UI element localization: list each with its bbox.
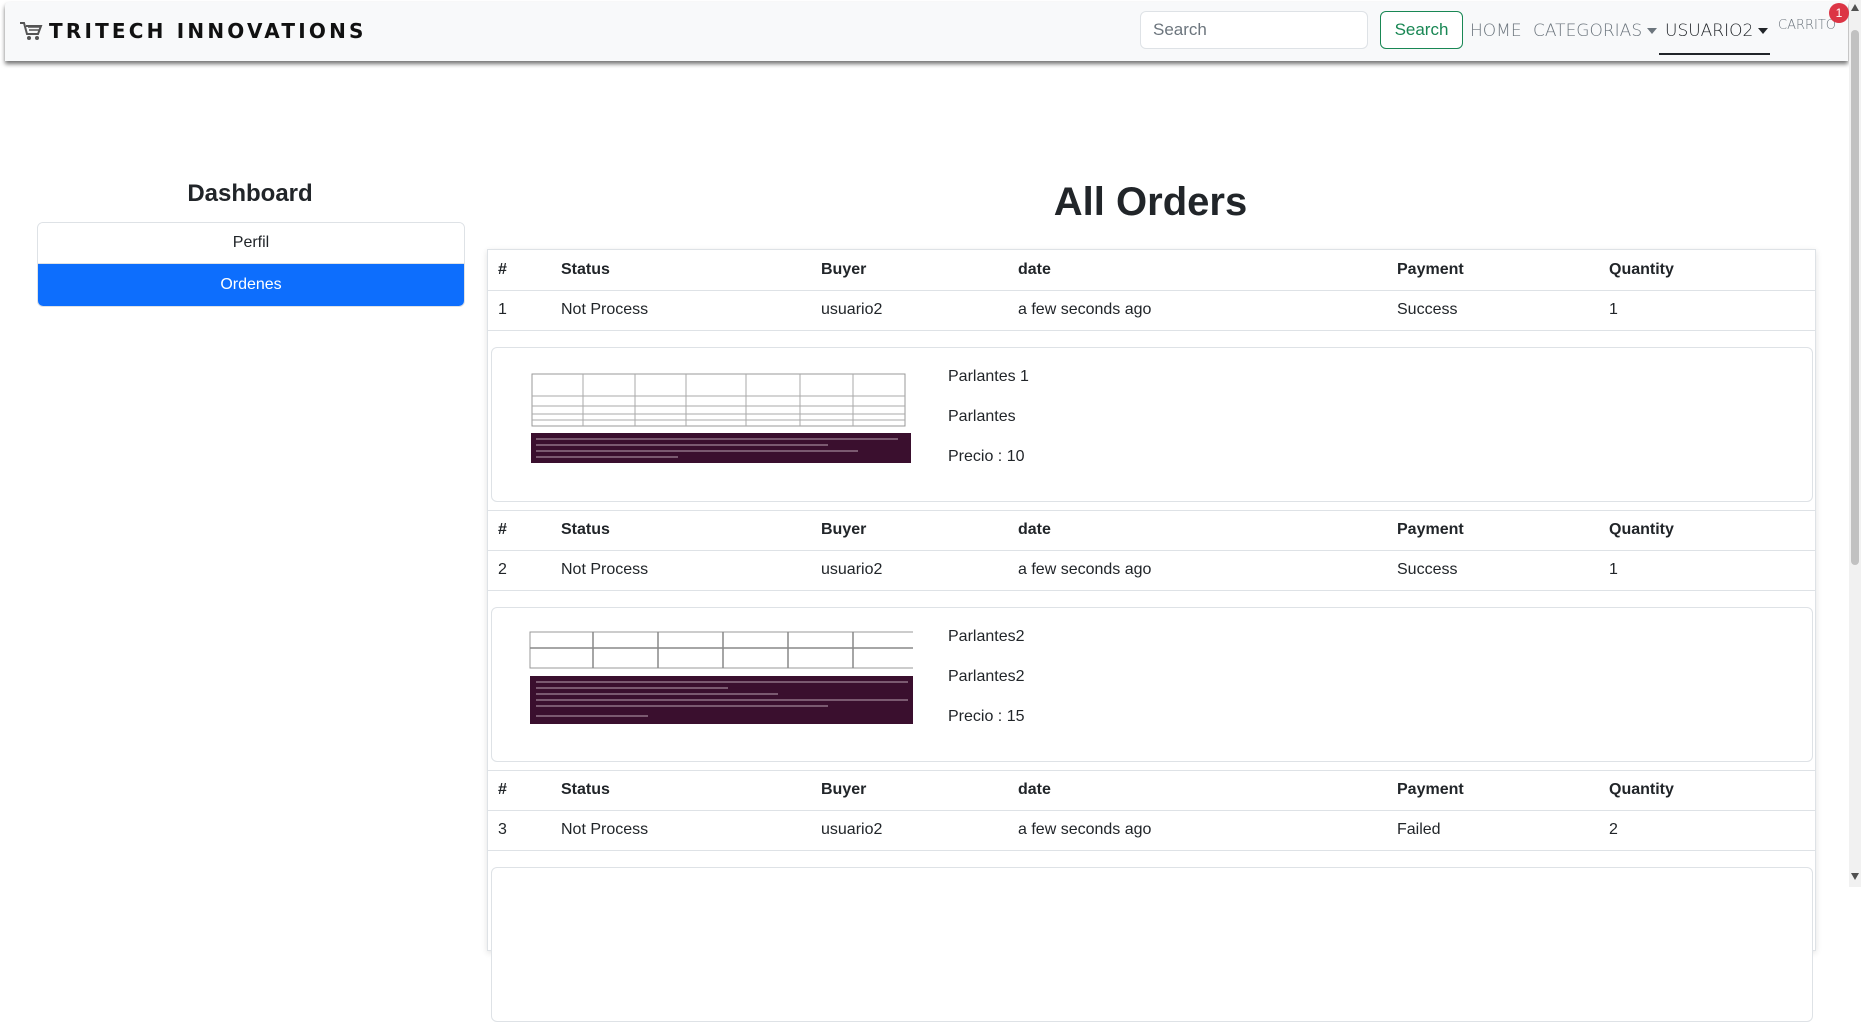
order-header-row: # Status Buyer date Payment Quantity [488,250,1815,291]
search-button[interactable]: Search [1380,11,1463,49]
col-header-quantity: Quantity [1599,770,1815,811]
order-date: a few seconds ago [1008,290,1387,331]
col-header-payment: Payment [1387,250,1599,291]
cart-count-badge: 1 [1829,3,1849,23]
page-scrollbar[interactable] [1849,0,1861,887]
col-header-quantity: Quantity [1599,510,1815,551]
product-price: Precio : 15 [948,707,1025,725]
order-quantity: 2 [1599,810,1815,851]
order-payment: Success [1387,550,1599,591]
order-header-row: # Status Buyer date Payment Quantity [488,770,1815,811]
scroll-up-arrow-icon[interactable] [1851,4,1859,11]
product-card: Parlantes 1 Parlantes Precio : 10 [491,346,1813,502]
order-payment: Failed [1387,810,1599,851]
order-number: 3 [488,810,551,851]
table-row: 1 Not Process usuario2 a few seconds ago… [488,290,1815,331]
product-image [528,627,913,724]
order-number: 2 [488,550,551,591]
shopping-cart-icon [19,20,43,42]
table-row: 3 Not Process usuario2 a few seconds ago… [488,810,1815,851]
product-card: Parlantes2 Parlantes2 Precio : 15 [491,606,1813,762]
menu-item-ordenes[interactable]: Ordenes [38,263,464,306]
order-buyer: usuario2 [811,290,1008,331]
col-header-status: Status [551,250,811,291]
col-header-payment: Payment [1387,770,1599,811]
col-header-date: date [1008,770,1387,811]
order-buyer: usuario2 [811,810,1008,851]
order-quantity: 1 [1599,550,1815,591]
chevron-down-icon [1647,28,1658,34]
order-date: a few seconds ago [1008,810,1387,851]
order-status: Not Process [551,290,811,331]
col-header-status: Status [551,510,811,551]
col-header-quantity: Quantity [1599,250,1815,291]
order-status: Not Process [551,810,811,851]
table-row: 2 Not Process usuario2 a few seconds ago… [488,550,1815,591]
product-name: Parlantes 1 [948,367,1029,385]
search-input[interactable] [1140,11,1368,49]
order-payment: Success [1387,290,1599,331]
product-description: Parlantes2 [948,667,1025,685]
col-header-buyer: Buyer [811,510,1008,551]
order-number: 1 [488,290,551,331]
nav-home-label: HOME [1470,21,1522,41]
col-header-date: date [1008,510,1387,551]
product-price: Precio : 10 [948,447,1025,465]
col-header-number: # [488,510,551,551]
scroll-down-arrow-icon[interactable] [1851,873,1859,880]
order-buyer: usuario2 [811,550,1008,591]
chevron-down-icon [1758,28,1769,34]
nav-home-link[interactable]: HOME [1470,21,1522,41]
orders-container: # Status Buyer date Payment Quantity 1 N… [487,249,1816,1022]
col-header-status: Status [551,770,811,811]
order-table: # Status Buyer date Payment Quantity 1 N… [488,250,1815,331]
col-header-number: # [488,770,551,811]
product-name: Parlantes2 [948,627,1025,645]
order-date: a few seconds ago [1008,550,1387,591]
order-table: # Status Buyer date Payment Quantity 2 N… [488,509,1815,591]
nav-categories-label: CATEGORIAS [1533,21,1643,41]
dashboard-menu: Perfil Ordenes [37,222,465,307]
col-header-number: # [488,250,551,291]
order-header-row: # Status Buyer date Payment Quantity [488,510,1815,551]
product-description: Parlantes [948,407,1016,425]
navbar: TRITECH INNOVATIONS Search HOME CATEGORI… [5,2,1849,61]
col-header-date: date [1008,250,1387,291]
nav-cart-label: CARRITO [1778,18,1837,33]
col-header-buyer: Buyer [811,770,1008,811]
menu-item-perfil[interactable]: Perfil [38,223,464,263]
col-header-payment: Payment [1387,510,1599,551]
active-nav-underline [1659,53,1770,55]
order-table: # Status Buyer date Payment Quantity 3 N… [488,769,1815,851]
dashboard-title: Dashboard [187,180,313,207]
nav-user-label: USUARIO2 [1665,21,1754,41]
product-card [491,866,1813,1022]
product-image [528,367,913,464]
col-header-buyer: Buyer [811,250,1008,291]
nav-user-dropdown[interactable]: USUARIO2 [1665,21,1769,41]
order-quantity: 1 [1599,290,1815,331]
brand-name: TRITECH INNOVATIONS [49,19,367,43]
nav-cart-link[interactable]: CARRITO [1778,18,1836,33]
scrollbar-thumb[interactable] [1851,30,1859,565]
nav-categories-dropdown[interactable]: CATEGORIAS [1533,21,1658,41]
order-status: Not Process [551,550,811,591]
brand[interactable]: TRITECH INNOVATIONS [19,20,367,42]
page-title: All Orders [1053,180,1248,224]
